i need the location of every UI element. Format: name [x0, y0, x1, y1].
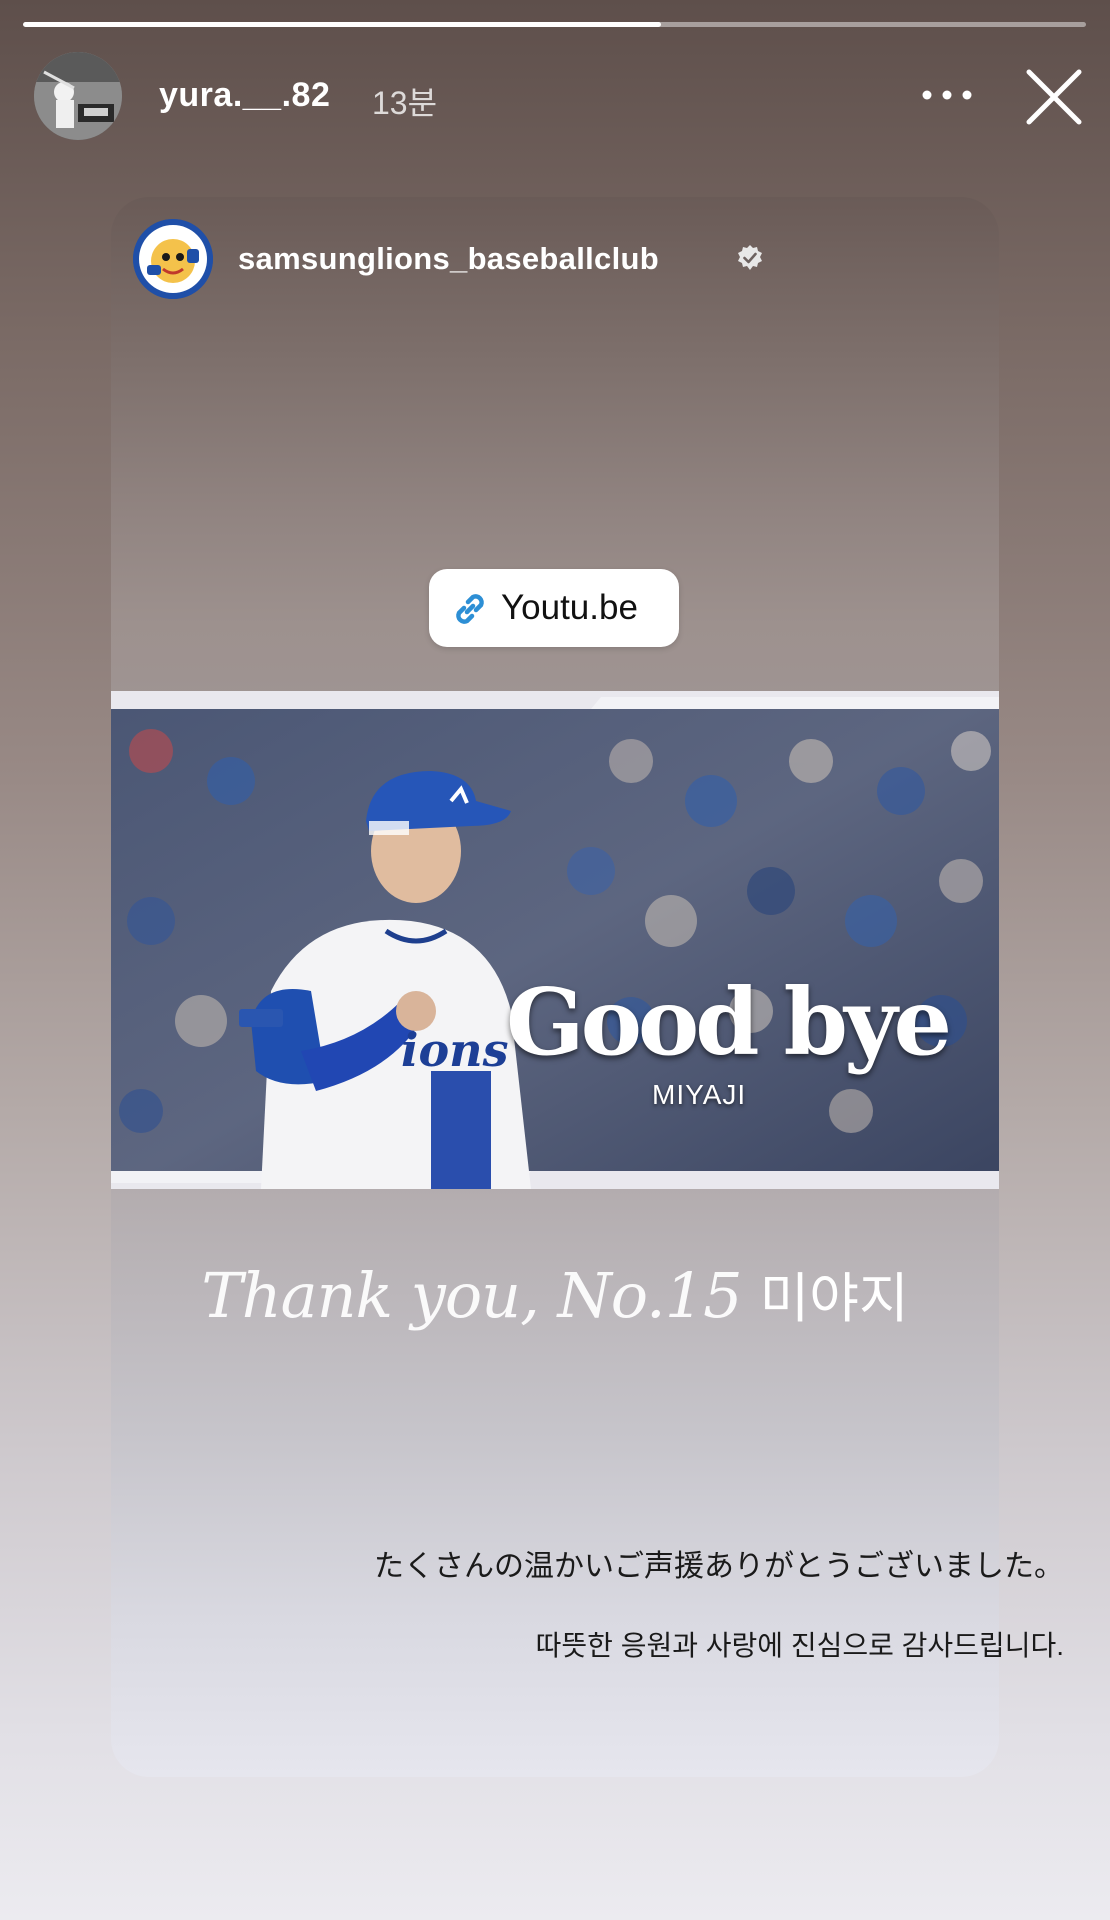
link-icon	[456, 594, 484, 624]
thumbnail-subtitle: MIYAJI	[652, 1079, 747, 1110]
more-options-button[interactable]	[912, 70, 982, 120]
story-username[interactable]: yura.__.82	[159, 76, 330, 115]
close-button[interactable]	[1019, 62, 1089, 132]
svg-text:ions: ions	[401, 1023, 509, 1077]
shared-post-card[interactable]: samsunglions_baseballclub Youtu.be ions …	[111, 197, 999, 1777]
thank-you-script-text: Thank you, No.15	[201, 1259, 742, 1332]
story-header: yura.__.82 13분	[34, 50, 1084, 140]
caption-japanese: たくさんの温かいご声援ありがとうございました。	[374, 1550, 1064, 1583]
verified-badge-icon	[738, 245, 762, 270]
shared-post-account[interactable]: samsunglions_baseballclub	[133, 219, 973, 299]
story-progress-bar	[23, 22, 1086, 27]
close-icon	[1026, 69, 1082, 125]
link-sticker[interactable]: Youtu.be	[429, 569, 679, 647]
video-thumbnail[interactable]: ions Good bye MIYAJI	[111, 691, 999, 1189]
thumbnail-title: Good bye	[506, 968, 952, 1076]
story-progress-fill	[23, 22, 661, 27]
more-horizontal-icon	[922, 90, 972, 100]
story-timestamp: 13분	[372, 85, 438, 121]
thumbnail-photo: ions	[111, 691, 999, 1189]
shared-account-name[interactable]: samsunglions_baseballclub	[238, 241, 659, 277]
caption-korean: 따뜻한 응원과 사랑에 진심으로 감사드립니다.	[535, 1630, 1064, 1661]
thank-you-korean-name: 미야지	[759, 1267, 909, 1330]
link-sticker-label: Youtu.be	[501, 588, 638, 627]
thank-you-message: Thank you, No.15 미야지	[111, 1254, 999, 1333]
user-avatar[interactable]	[34, 52, 122, 140]
team-logo-avatar[interactable]	[133, 219, 213, 299]
